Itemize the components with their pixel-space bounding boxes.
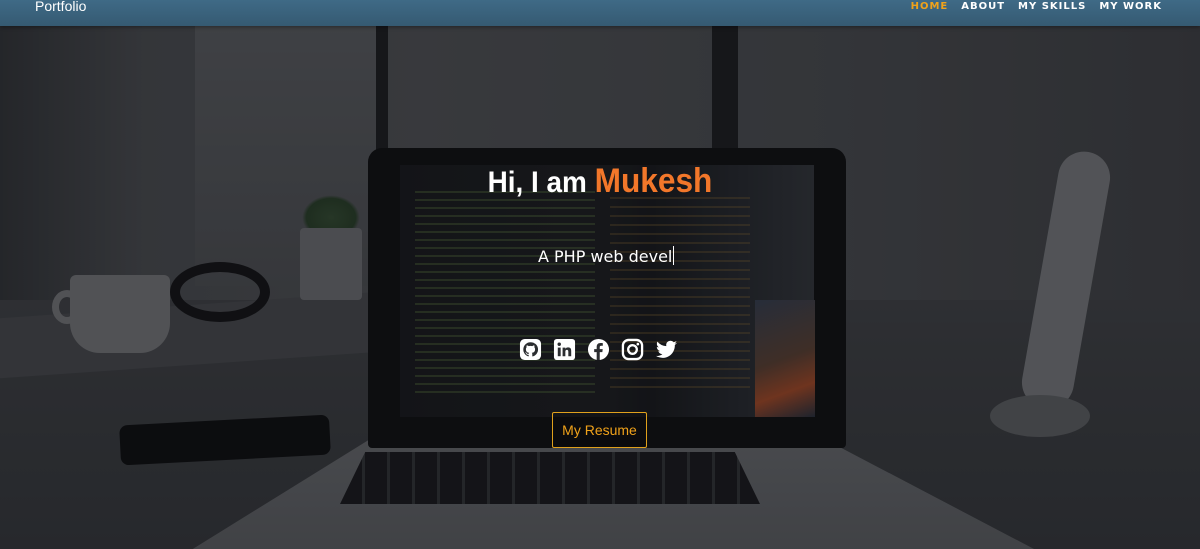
nav-menu: HOME ABOUT MY SKILLS MY WORK [911,1,1162,12]
brand-logo[interactable]: Portfolio [35,0,86,14]
nav-link-home[interactable]: HOME [911,1,949,12]
navbar: Portfolio HOME ABOUT MY SKILLS MY WORK [0,0,1200,26]
nav-link-my-skills[interactable]: MY SKILLS [1018,1,1086,12]
nav-link-my-work[interactable]: MY WORK [1099,1,1162,12]
nav-link-about[interactable]: ABOUT [961,1,1005,12]
my-resume-button[interactable]: My Resume [552,412,647,448]
social-links [519,338,678,361]
typing-caret [673,246,675,265]
hero-greeting: Hi, I am [487,166,587,199]
hero-title: Hi, I am Mukesh [42,162,1158,201]
hero-section: Hi, I am Mukesh A PHP web devel My Resum… [0,26,1200,549]
linkedin-icon[interactable] [553,338,576,361]
typed-subtitle: A PHP web devel [538,246,675,266]
facebook-icon[interactable] [587,338,610,361]
github-icon[interactable] [519,338,542,361]
hero-name: Mukesh [594,162,713,200]
typed-text: A PHP web devel [538,247,673,266]
twitter-icon[interactable] [655,338,678,361]
instagram-icon[interactable] [621,338,644,361]
